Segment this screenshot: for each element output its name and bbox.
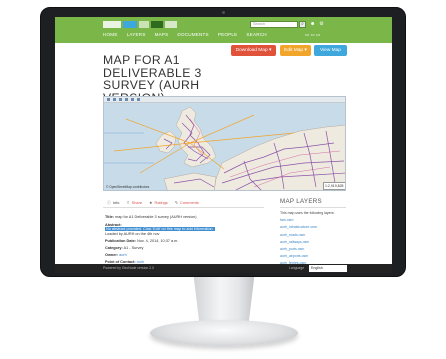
footer-bar: Powered by GeoNode version 2.0 Language … [55, 264, 392, 273]
tab-info[interactable]: ⓘ Info [107, 199, 119, 207]
language-flags[interactable]: ▭ ▭ ▭ [305, 32, 320, 38]
powered-by-text: Powered by GeoNode version 2.0 [103, 266, 154, 270]
tab-ratings[interactable]: ★ Ratings [149, 199, 168, 207]
search-input[interactable]: Search [250, 21, 298, 28]
info-owner-line: Loaded by AURH on the 4th nov [105, 232, 160, 236]
top-navigation-bar: HOME LAYERS MAPS DOCUMENTS PEOPLE SEARCH… [55, 17, 392, 43]
tab-comments[interactable]: ✎ Comments [175, 199, 199, 207]
share-icon: ⇪ [126, 200, 130, 205]
nav-search[interactable]: SEARCH [246, 32, 266, 37]
site-logo[interactable] [103, 20, 183, 29]
map-layers-intro: This map uses the following layers: [280, 211, 335, 215]
layer-link[interactable]: aurh_ports.osm [280, 247, 346, 251]
nav-layers[interactable]: LAYERS [127, 32, 146, 37]
nav-maps[interactable]: MAPS [155, 32, 169, 37]
language-select[interactable]: English [309, 265, 347, 272]
detail-tabs: ⓘ Info ⇪ Share ★ Ratings ✎ Comments [103, 199, 264, 208]
map-layers-panel: MAP LAYERS This map uses the following l… [280, 198, 346, 273]
map-viewer[interactable]: © OpenStreetMap contributors 1:2,919,828 [103, 96, 346, 191]
info-owner: Owner: aurh [105, 253, 127, 257]
info-category: Category: A1 - Survey [105, 246, 144, 250]
edit-map-button[interactable]: Edit Map ▾ [280, 45, 311, 56]
monitor-stand-neck [193, 277, 255, 325]
main-nav: HOME LAYERS MAPS DOCUMENTS PEOPLE SEARCH [103, 32, 267, 37]
language-label: Language [289, 266, 305, 270]
nav-documents[interactable]: DOCUMENTS [177, 32, 208, 37]
layer-link[interactable]: aurh_roads.osm [280, 233, 346, 237]
info-title: Title: map for A1 Deliverable 3 survey (… [105, 215, 197, 219]
monitor-stand-base [150, 320, 298, 346]
comment-icon: ✎ [174, 200, 179, 205]
user-icon[interactable]: ☻ [310, 21, 315, 27]
zoom-out-icon[interactable] [119, 98, 122, 101]
layer-link[interactable]: aurh_airports.osm [280, 254, 346, 258]
layer-link[interactable]: aurh_infrastructure.osm [280, 225, 346, 229]
user-tools: ☻ ⚙ [310, 21, 324, 27]
search-icon: ⌕ [301, 21, 304, 27]
print-icon[interactable] [137, 98, 140, 101]
measure-icon[interactable] [131, 98, 134, 101]
gear-icon[interactable]: ⚙ [319, 21, 323, 27]
search-button[interactable]: ⌕ [299, 21, 306, 28]
nav-home[interactable]: HOME [103, 32, 118, 37]
info-pubdate: Publication Date: Nov. 4, 2014, 10:37 a.… [105, 239, 179, 243]
nav-people[interactable]: PEOPLE [218, 32, 238, 37]
map-layers-title: MAP LAYERS [280, 198, 346, 208]
zoom-in-icon[interactable] [113, 98, 116, 101]
map-canvas[interactable] [104, 103, 346, 191]
star-icon: ★ [149, 200, 153, 205]
webcam-dot [222, 11, 225, 14]
download-map-button[interactable]: Download Map ▾ [231, 45, 276, 56]
pan-icon[interactable] [107, 98, 110, 101]
view-map-button[interactable]: View Map [314, 45, 347, 56]
map-credit: © OpenStreetMap contributors [106, 185, 150, 189]
layer-link[interactable]: fam.osm [280, 218, 346, 222]
screen: HOME LAYERS MAPS DOCUMENTS PEOPLE SEARCH… [55, 17, 392, 273]
layer-link[interactable]: aurh_railways.osm [280, 240, 346, 244]
info-icon: ⓘ [107, 200, 111, 205]
tab-share[interactable]: ⇪ Share [126, 199, 142, 207]
info-icon[interactable] [125, 98, 128, 101]
map-scale[interactable]: 1:2,919,828 [323, 182, 345, 190]
info-abstract: No abstract provided. Click 'Edit' on th… [105, 227, 215, 231]
